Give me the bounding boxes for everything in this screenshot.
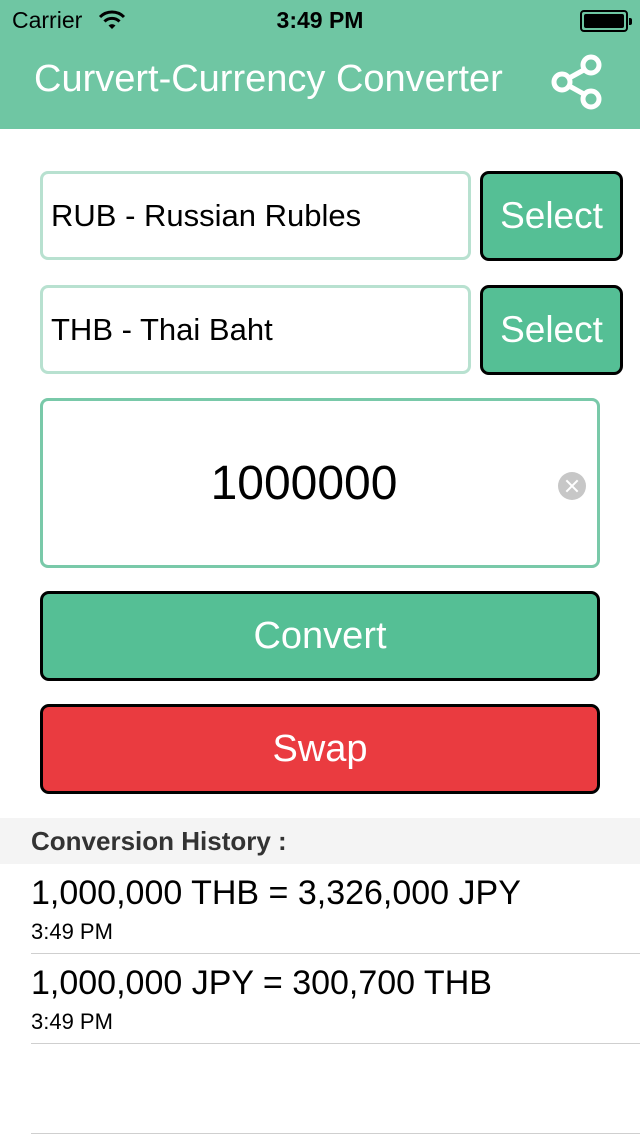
amount-value: 1000000 [210, 456, 398, 510]
convert-button[interactable]: Convert [40, 591, 600, 681]
from-currency-value: RUB - Russian Rubles [51, 197, 362, 233]
battery-icon [580, 10, 632, 32]
swap-button[interactable]: Swap [40, 704, 600, 794]
history-row-conversion: 1,000,000 JPY = 300,700 THB [31, 964, 492, 1002]
history-row[interactable]: 1,000,000 JPY = 300,700 THB 3:49 PM [0, 954, 640, 1044]
history-row-time: 3:49 PM [31, 919, 113, 944]
divider [31, 1043, 640, 1044]
history-row-time: 3:49 PM [31, 1009, 113, 1034]
from-currency-field[interactable]: RUB - Russian Rubles [40, 171, 471, 260]
history-row-conversion: 1,000,000 THB = 3,326,000 JPY [31, 874, 521, 912]
clear-icon[interactable] [558, 472, 586, 500]
status-bar: Carrier 3:49 PM [0, 0, 640, 40]
history-row[interactable]: 1,000,000 THB = 3,326,000 JPY 3:49 PM [0, 864, 640, 954]
history-header-label: Conversion History : [31, 826, 287, 856]
select-from-currency-button[interactable]: Select [480, 171, 623, 261]
to-currency-value: THB - Thai Baht [51, 311, 273, 347]
amount-input[interactable]: 1000000 [40, 398, 600, 568]
select-to-currency-button[interactable]: Select [480, 285, 623, 375]
navigation-bar: Carrier 3:49 PM Curvert-Currency Convert… [0, 0, 640, 129]
status-time: 3:49 PM [276, 7, 364, 33]
app-title: Curvert-Currency Converter [34, 58, 503, 100]
history-header: Conversion History : [0, 818, 640, 864]
share-icon[interactable] [550, 54, 604, 110]
to-currency-field[interactable]: THB - Thai Baht [40, 285, 471, 374]
divider [31, 1133, 640, 1134]
